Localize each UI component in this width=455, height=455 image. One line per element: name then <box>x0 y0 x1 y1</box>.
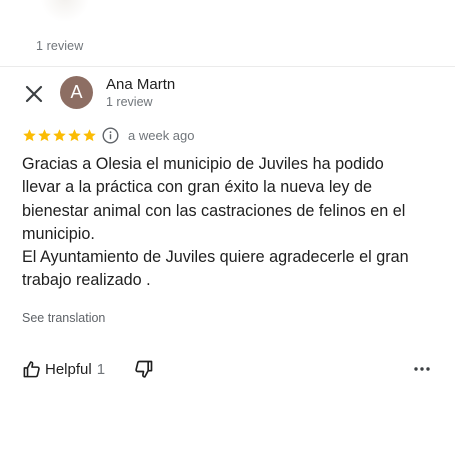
star-icon <box>53 128 66 141</box>
helpful-count: 1 <box>96 360 106 378</box>
rating-row: a week ago <box>22 126 195 144</box>
info-icon[interactable] <box>102 126 119 144</box>
helpful-label: Helpful <box>45 360 92 378</box>
star-icon <box>38 128 51 141</box>
previous-reviewer-avatar <box>40 0 90 22</box>
author-name[interactable]: Ana Martn <box>106 76 175 93</box>
divider <box>0 66 455 67</box>
previous-reviewer-review-count: 1 review <box>36 39 84 53</box>
review-actions: Helpful 1 <box>22 357 434 381</box>
review-text: Gracias a Olesia el municipio de Juviles… <box>22 155 409 290</box>
see-translation-link[interactable]: See translation <box>22 311 105 325</box>
star-icon <box>83 128 96 141</box>
review-time: a week ago <box>128 127 195 143</box>
avatar[interactable]: A <box>60 76 93 109</box>
thumb-down-icon[interactable] <box>134 359 154 379</box>
author-review-count: 1 review <box>106 95 153 109</box>
previous-review: 1 review <box>0 0 455 60</box>
close-icon[interactable] <box>24 84 44 104</box>
avatar-letter: A <box>70 82 83 102</box>
star-icon <box>23 128 36 141</box>
helpful-button[interactable]: Helpful 1 <box>22 357 105 381</box>
thumb-up-icon <box>22 360 41 379</box>
star-rating <box>22 128 97 143</box>
more-horizontal-icon[interactable] <box>412 359 432 379</box>
star-icon <box>68 128 81 141</box>
close-icon[interactable] <box>104 0 122 6</box>
